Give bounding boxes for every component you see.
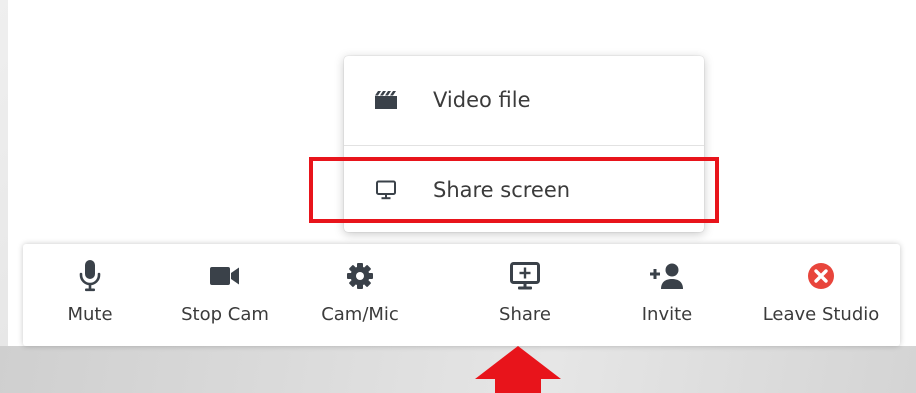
arrow-up-icon xyxy=(475,346,561,393)
menu-item-label: Video file xyxy=(433,88,531,112)
video-camera-icon xyxy=(207,258,243,294)
add-user-icon xyxy=(649,258,685,294)
invite-button[interactable]: Invite xyxy=(607,244,727,346)
leave-studio-button[interactable]: Leave Studio xyxy=(761,244,881,346)
background-strip xyxy=(0,346,916,393)
share-menu: Video file Share screen xyxy=(344,56,704,232)
menu-item-label: Share screen xyxy=(433,178,571,202)
menu-item-share-screen[interactable]: Share screen xyxy=(344,146,704,234)
stop-cam-label: Stop Cam xyxy=(181,304,269,325)
leave-close-icon xyxy=(803,258,839,294)
cam-mic-label: Cam/Mic xyxy=(321,304,399,325)
film-icon xyxy=(375,89,397,111)
control-toolbar: Mute Stop Cam Cam/Mic Share Invite Leave… xyxy=(23,244,900,346)
invite-label: Invite xyxy=(641,304,693,325)
gear-icon xyxy=(342,258,378,294)
monitor-icon xyxy=(375,179,397,201)
share-screen-icon xyxy=(507,258,543,294)
leave-studio-label: Leave Studio xyxy=(762,304,880,325)
mute-button[interactable]: Mute xyxy=(30,244,150,346)
stop-cam-button[interactable]: Stop Cam xyxy=(165,244,285,346)
share-label: Share xyxy=(499,304,551,325)
menu-item-video-file[interactable]: Video file xyxy=(344,56,704,144)
share-button[interactable]: Share xyxy=(465,244,585,346)
mute-label: Mute xyxy=(67,304,113,325)
microphone-icon xyxy=(72,258,108,294)
cam-mic-button[interactable]: Cam/Mic xyxy=(300,244,420,346)
